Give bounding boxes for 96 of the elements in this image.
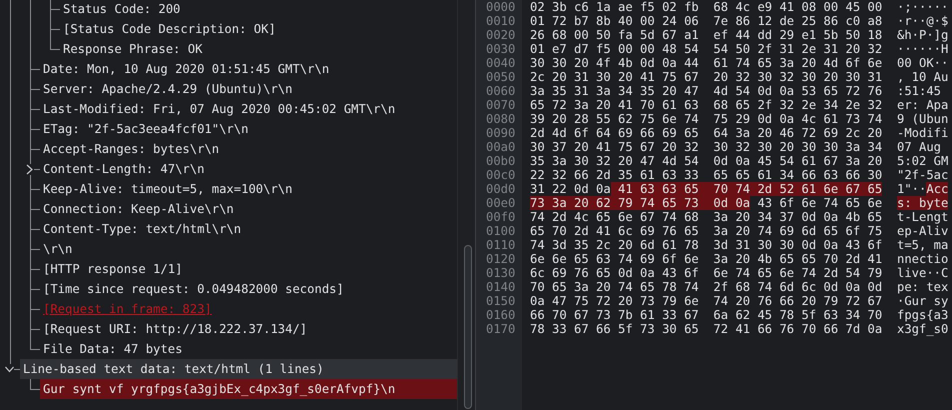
ascii-text[interactable]: Acc	[926, 182, 948, 196]
byte-offset: 0090	[486, 126, 516, 140]
byte-offset: 0060	[486, 84, 516, 98]
hex-bytes[interactable]: 65 72 3a 20 41 70 61 63 68 65 2f 32 2e 34 2e 32	[530, 98, 882, 112]
byte-offset: 0020	[486, 28, 516, 42]
ascii-text[interactable]: t=5, ma	[897, 238, 948, 252]
ascii-text[interactable]: 1"··	[897, 182, 926, 196]
ascii-text[interactable]: fpgs{a3	[897, 308, 948, 322]
byte-offset: 00b0	[486, 154, 516, 168]
byte-offset: 0150	[486, 294, 516, 308]
tree-item[interactable]: File Data: 47 bytes	[40, 339, 457, 359]
hex-bytes[interactable]: 01 72 b7 8b 40 00 24 06 7e 86 12 de 25 86 c0 a8	[530, 14, 882, 28]
ascii-text[interactable]: nnectio	[897, 252, 948, 266]
byte-offset: 00d0	[486, 182, 516, 196]
byte-offset: 0170	[486, 322, 516, 336]
byte-offset: 0130	[486, 266, 516, 280]
tree-item[interactable]: Last-Modified: Fri, 07 Aug 2020 00:45:02 GMT\r\n	[40, 99, 457, 119]
ascii-text[interactable]: t-Lengt	[897, 210, 948, 224]
ascii-text[interactable]: :51:45	[897, 84, 942, 98]
tree-item[interactable]: [Request URI: http://18.222.37.134/]	[40, 319, 457, 339]
tree-item[interactable]: Gur synt vf yrgfpgs{a3gjbEx_c4px3gf_s0erAfvpf}\n	[40, 379, 457, 399]
hex-bytes[interactable]: 35 3a 30 32 20 47 4d 54 0d 0a 45 54 61 67 3a 20	[530, 154, 882, 168]
hex-bytes[interactable]: 6c 69 76 65 0d 0a 43 6f 6e 74 65 6e 74 2d 54 79	[530, 266, 882, 280]
ascii-text[interactable]: ·;·····	[897, 0, 948, 14]
hex-bytes[interactable]: 74 3d 35 2c 20 6d 61 78 3d 31 30 30 0d 0a 43 6f	[530, 238, 882, 252]
hex-bytes[interactable]: 73 3a 20 62 79 74 65 73 0d 0a	[530, 196, 750, 210]
tree-item[interactable]: Content-Type: text/html\r\n	[40, 219, 457, 239]
byte-offset: 0100	[486, 224, 516, 238]
hex-bytes[interactable]: 26 68 00 50 fa 5d 67 a1 ef 44 dd 29 e1 5b 50 18	[530, 28, 882, 42]
ascii-text[interactable]: x3gf_s0	[897, 322, 948, 336]
byte-offset: 00c0	[486, 168, 516, 182]
ascii-text[interactable]: 00 OK··	[897, 56, 948, 70]
byte-offset: 0070	[486, 98, 516, 112]
ascii-text[interactable]: 9 (Ubun	[897, 112, 948, 126]
hex-bytes[interactable]: 31 22 0d 0a	[530, 182, 611, 196]
hex-bytes[interactable]: 30 30 20 4f 4b 0d 0a 44 61 74 65 3a 20 4d 6f 6e	[530, 56, 882, 70]
byte-offset: 00f0	[486, 210, 516, 224]
byte-offset: 0110	[486, 238, 516, 252]
byte-offset: 0030	[486, 42, 516, 56]
byte-offset: 0160	[486, 308, 516, 322]
tree-item[interactable]: Status Code: 200	[60, 0, 457, 19]
tree-item[interactable]: [HTTP response 1/1]	[40, 259, 457, 279]
byte-offset: 0080	[486, 112, 516, 126]
byte-offset: 00e0	[486, 196, 516, 210]
byte-offset: 0010	[486, 14, 516, 28]
tree-item[interactable]: Server: Apache/2.4.29 (Ubuntu)\r\n	[40, 79, 457, 99]
hex-bytes[interactable]: 2c 20 31 30 20 41 75 67 20 32 30 32 30 20 30 31	[530, 70, 882, 84]
ascii-text[interactable]: live··C	[897, 266, 948, 280]
byte-offset: 0120	[486, 252, 516, 266]
ascii-text[interactable]: ·r··@·$	[897, 14, 948, 28]
tree-item[interactable]: Keep-Alive: timeout=5, max=100\r\n	[40, 179, 457, 199]
ascii-text[interactable]: ······H	[897, 42, 948, 56]
ascii-text[interactable]: s: byte	[897, 196, 948, 210]
hex-bytes[interactable]: 78 33 67 66 5f 73 30 65 72 41 66 76 70 66 7d 0a	[530, 322, 882, 336]
hex-bytes[interactable]: 22 32 66 2d 35 61 63 33 65 65 61 34 66 63 66 30	[530, 168, 882, 182]
hex-bytes[interactable]: 66 70 67 73 7b 61 33 67 6a 62 45 78 5f 63 34 70	[530, 308, 882, 322]
tree-item[interactable]: Content-Length: 47\r\n	[40, 159, 457, 179]
tree-item[interactable]: ETag: "2f-5ac3eea4fcf01"\r\n	[40, 119, 457, 139]
ascii-text[interactable]: pe: tex	[897, 280, 948, 294]
hex-bytes[interactable]: 01 e7 d7 f5 00 00 48 54 54 50 2f 31 2e 31 20 32	[530, 42, 882, 56]
byte-offset: 0050	[486, 70, 516, 84]
ascii-text[interactable]: -Modifi	[897, 126, 948, 140]
ascii-text[interactable]: , 10 Au	[897, 70, 948, 84]
ascii-text[interactable]: er: Apa	[897, 98, 948, 112]
hex-bytes[interactable]: 74 2d 4c 65 6e 67 74 68 3a 20 34 37 0d 0a 4b 65	[530, 210, 882, 224]
tree-item[interactable]: Response Phrase: OK	[60, 39, 457, 59]
tree-item[interactable]: [Status Code Description: OK]	[60, 19, 457, 39]
ascii-text[interactable]: &h·P·]g	[897, 28, 948, 42]
ascii-text[interactable]: ep-Aliv	[897, 224, 948, 238]
scrollbar-thumb[interactable]	[464, 245, 472, 409]
tree-item[interactable]: [Time since request: 0.049482000 seconds]	[40, 279, 457, 299]
ascii-text[interactable]: 5:02 GM	[897, 154, 948, 168]
ascii-text[interactable]: 07 Aug	[897, 140, 942, 154]
byte-offset: 0000	[486, 0, 516, 14]
byte-offset: 0140	[486, 280, 516, 294]
byte-offset: 00a0	[486, 140, 516, 154]
hex-bytes[interactable]: 3a 35 31 3a 34 35 20 47 4d 54 0d 0a 53 65 72 76	[530, 84, 882, 98]
tree-item[interactable]: Date: Mon, 10 Aug 2020 01:51:45 GMT\r\n	[40, 59, 457, 79]
ascii-text[interactable]: "2f-5ac	[897, 168, 948, 182]
tree-item[interactable]: Connection: Keep-Alive\r\n	[40, 199, 457, 219]
ascii-text[interactable]: ·Gur sy	[897, 294, 948, 308]
hex-bytes[interactable]: 30 37 20 41 75 67 20 32 30 32 30 20 30 30 3a 34	[530, 140, 882, 154]
hex-bytes[interactable]: 6e 6e 65 63 74 69 6f 6e 3a 20 4b 65 65 70 2d 41	[530, 252, 882, 266]
hex-bytes[interactable]: 41 63 63 65 70 74 2d 52 61 6e 67 65	[610, 182, 882, 196]
hex-bytes[interactable]: 39 20 28 55 62 75 6e 74 75 29 0d 0a 4c 61 73 74	[530, 112, 882, 126]
hex-bytes[interactable]: 65 70 2d 41 6c 69 76 65 3a 20 74 69 6d 65 6f 75	[530, 224, 882, 238]
hex-bytes[interactable]: 0a 47 75 72 20 73 79 6e 74 20 76 66 20 79 72 67	[530, 294, 882, 308]
expander-icon[interactable]	[25, 164, 34, 175]
byte-offset: 0040	[486, 56, 516, 70]
hex-bytes[interactable]: 43 6f 6e 74 65 6e	[750, 196, 882, 210]
tree-item[interactable]: \r\n	[40, 239, 457, 259]
tree-item[interactable]: Accept-Ranges: bytes\r\n	[40, 139, 457, 159]
tree-item[interactable]: Line-based text data: text/html (1 lines)	[20, 359, 457, 379]
hex-bytes[interactable]: 02 3b c6 1a ae f5 02 fb 68 4c e9 41 08 00 45 00	[530, 0, 882, 14]
hex-bytes[interactable]: 2d 4d 6f 64 69 66 69 65 64 3a 20 46 72 69 2c 20	[530, 126, 882, 140]
hex-bytes[interactable]: 70 65 3a 20 74 65 78 74 2f 68 74 6d 6c 0d 0a 0d	[530, 280, 882, 294]
